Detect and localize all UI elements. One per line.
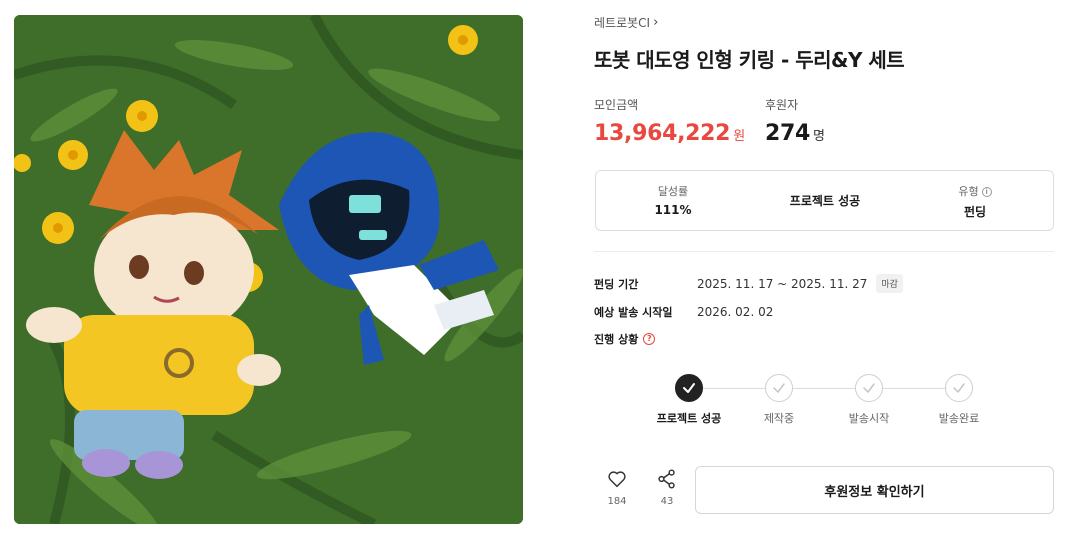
closed-badge: 마감 bbox=[876, 274, 903, 293]
check-icon bbox=[675, 374, 703, 402]
creator-name: 레트로봇CI bbox=[594, 16, 651, 30]
progress-steps: 프로젝트 성공 제작중 발송시작 발송완료 bbox=[654, 374, 984, 434]
step-label: 발송완료 bbox=[938, 412, 980, 425]
divider bbox=[594, 251, 1054, 252]
info-icon[interactable]: i bbox=[981, 187, 992, 197]
step-project-success: 프로젝트 성공 bbox=[644, 374, 734, 426]
backers-stat: 후원자 274 명 bbox=[765, 96, 825, 146]
backers-label: 후원자 bbox=[765, 98, 799, 112]
type-value: 펀딩 bbox=[963, 205, 987, 219]
progress-row: 진행 상황 ? bbox=[594, 331, 656, 347]
creator-link[interactable]: 레트로봇CI › bbox=[594, 14, 658, 31]
step-production: 제작중 bbox=[734, 374, 824, 426]
progress-label: 진행 상황 bbox=[594, 333, 639, 346]
amount-value: 13,964,222 bbox=[594, 121, 731, 146]
amount-unit: 원 bbox=[733, 129, 746, 144]
step-shipping-start: 발송시작 bbox=[824, 374, 914, 426]
step-shipping-complete: 발송완료 bbox=[914, 374, 1004, 426]
share-icon bbox=[658, 469, 675, 489]
heart-icon bbox=[608, 471, 626, 488]
action-bar: 184 43 후원정보 확인하기 bbox=[594, 466, 1054, 514]
ship-label: 예상 발송 시작일 bbox=[594, 306, 673, 319]
achievement-value: 111% bbox=[654, 203, 692, 217]
view-backing-info-button[interactable]: 후원정보 확인하기 bbox=[695, 466, 1054, 514]
help-icon[interactable]: ? bbox=[643, 333, 656, 345]
project-status: 프로젝트 성공 bbox=[789, 194, 861, 208]
project-title: 또봇 대도영 인형 키링 - 두리&Y 세트 bbox=[594, 48, 905, 72]
share-count: 43 bbox=[660, 496, 674, 507]
check-icon bbox=[855, 374, 883, 402]
backers-value: 274 bbox=[765, 121, 811, 146]
backers-unit: 명 bbox=[813, 129, 825, 144]
step-label: 프로젝트 성공 bbox=[656, 412, 722, 425]
ship-date-row: 예상 발송 시작일 2026. 02. 02 bbox=[594, 304, 773, 320]
like-button[interactable]: 184 bbox=[594, 468, 640, 507]
amount-stat: 모인금액 13,964,222 원 bbox=[594, 96, 745, 146]
period-label: 펀딩 기간 bbox=[594, 277, 639, 291]
like-count: 184 bbox=[607, 496, 627, 507]
funding-period-row: 펀딩 기간 2025. 11. 17 ~ 2025. 11. 27 마감 bbox=[594, 274, 903, 293]
amount-label: 모인금액 bbox=[594, 98, 639, 112]
check-icon bbox=[765, 374, 793, 402]
summary-box: 달성률 111% 프로젝트 성공 유형 i 펀딩 bbox=[595, 170, 1054, 231]
achievement-label: 달성률 bbox=[657, 185, 689, 198]
status-cell: 프로젝트 성공 bbox=[760, 171, 890, 232]
share-button[interactable]: 43 bbox=[644, 468, 690, 507]
project-info-panel: 레트로봇CI › 또봇 대도영 인형 키링 - 두리&Y 세트 모인금액 13,… bbox=[594, 0, 1054, 539]
period-value: 2025. 11. 17 ~ 2025. 11. 27 bbox=[697, 276, 868, 291]
check-icon bbox=[945, 374, 973, 402]
ship-value: 2026. 02. 02 bbox=[697, 305, 774, 319]
product-image bbox=[14, 15, 523, 524]
type-cell: 유형 i 펀딩 bbox=[910, 171, 1040, 232]
type-label: 유형 bbox=[958, 185, 979, 198]
step-label: 발송시작 bbox=[848, 412, 890, 425]
chevron-right-icon: › bbox=[653, 15, 659, 30]
step-label: 제작중 bbox=[763, 412, 795, 425]
achievement-cell: 달성률 111% bbox=[608, 171, 738, 232]
